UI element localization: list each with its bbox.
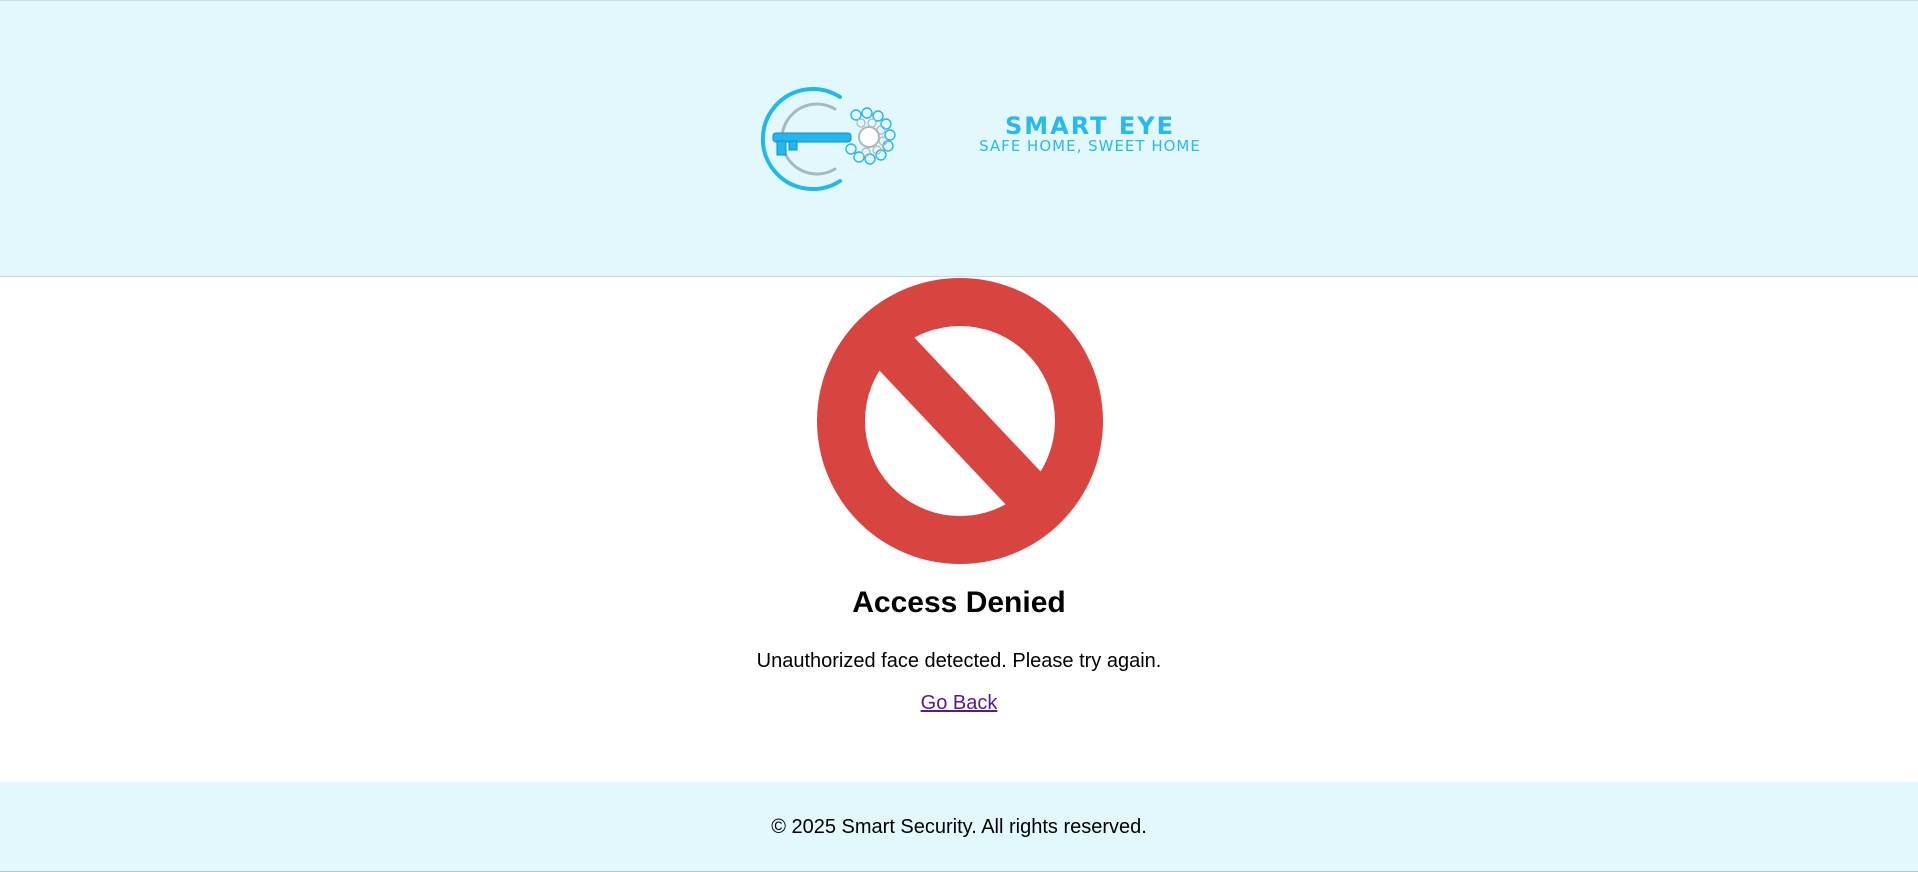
footer: © 2025 Smart Security. All rights reserv…	[0, 782, 1918, 872]
copyright-text: © 2025 Smart Security. All rights reserv…	[771, 816, 1147, 838]
prohibited-icon	[817, 278, 1103, 564]
brand: SMART EYE SAFE HOME, SWEET HOME	[970, 113, 1210, 155]
go-back-link[interactable]: Go Back	[921, 692, 998, 714]
brand-logo: SMART EYE SAFE HOME, SWEET HOME	[745, 83, 1205, 203]
status-message: Unauthorized face detected. Please try a…	[756, 650, 1162, 672]
brand-tagline: SAFE HOME, SWEET HOME	[979, 137, 1201, 155]
page: SMART EYE SAFE HOME, SWEET HOME Access D…	[0, 0, 1918, 872]
main-content: Access Denied Unauthorized face detected…	[0, 277, 1918, 782]
header: SMART EYE SAFE HOME, SWEET HOME	[0, 0, 1918, 277]
back-link-container: Go Back	[0, 691, 1918, 715]
page-title: Access Denied	[852, 586, 1066, 619]
brand-name: SMART EYE	[1004, 112, 1176, 140]
key-eye-logo-icon	[760, 87, 896, 191]
